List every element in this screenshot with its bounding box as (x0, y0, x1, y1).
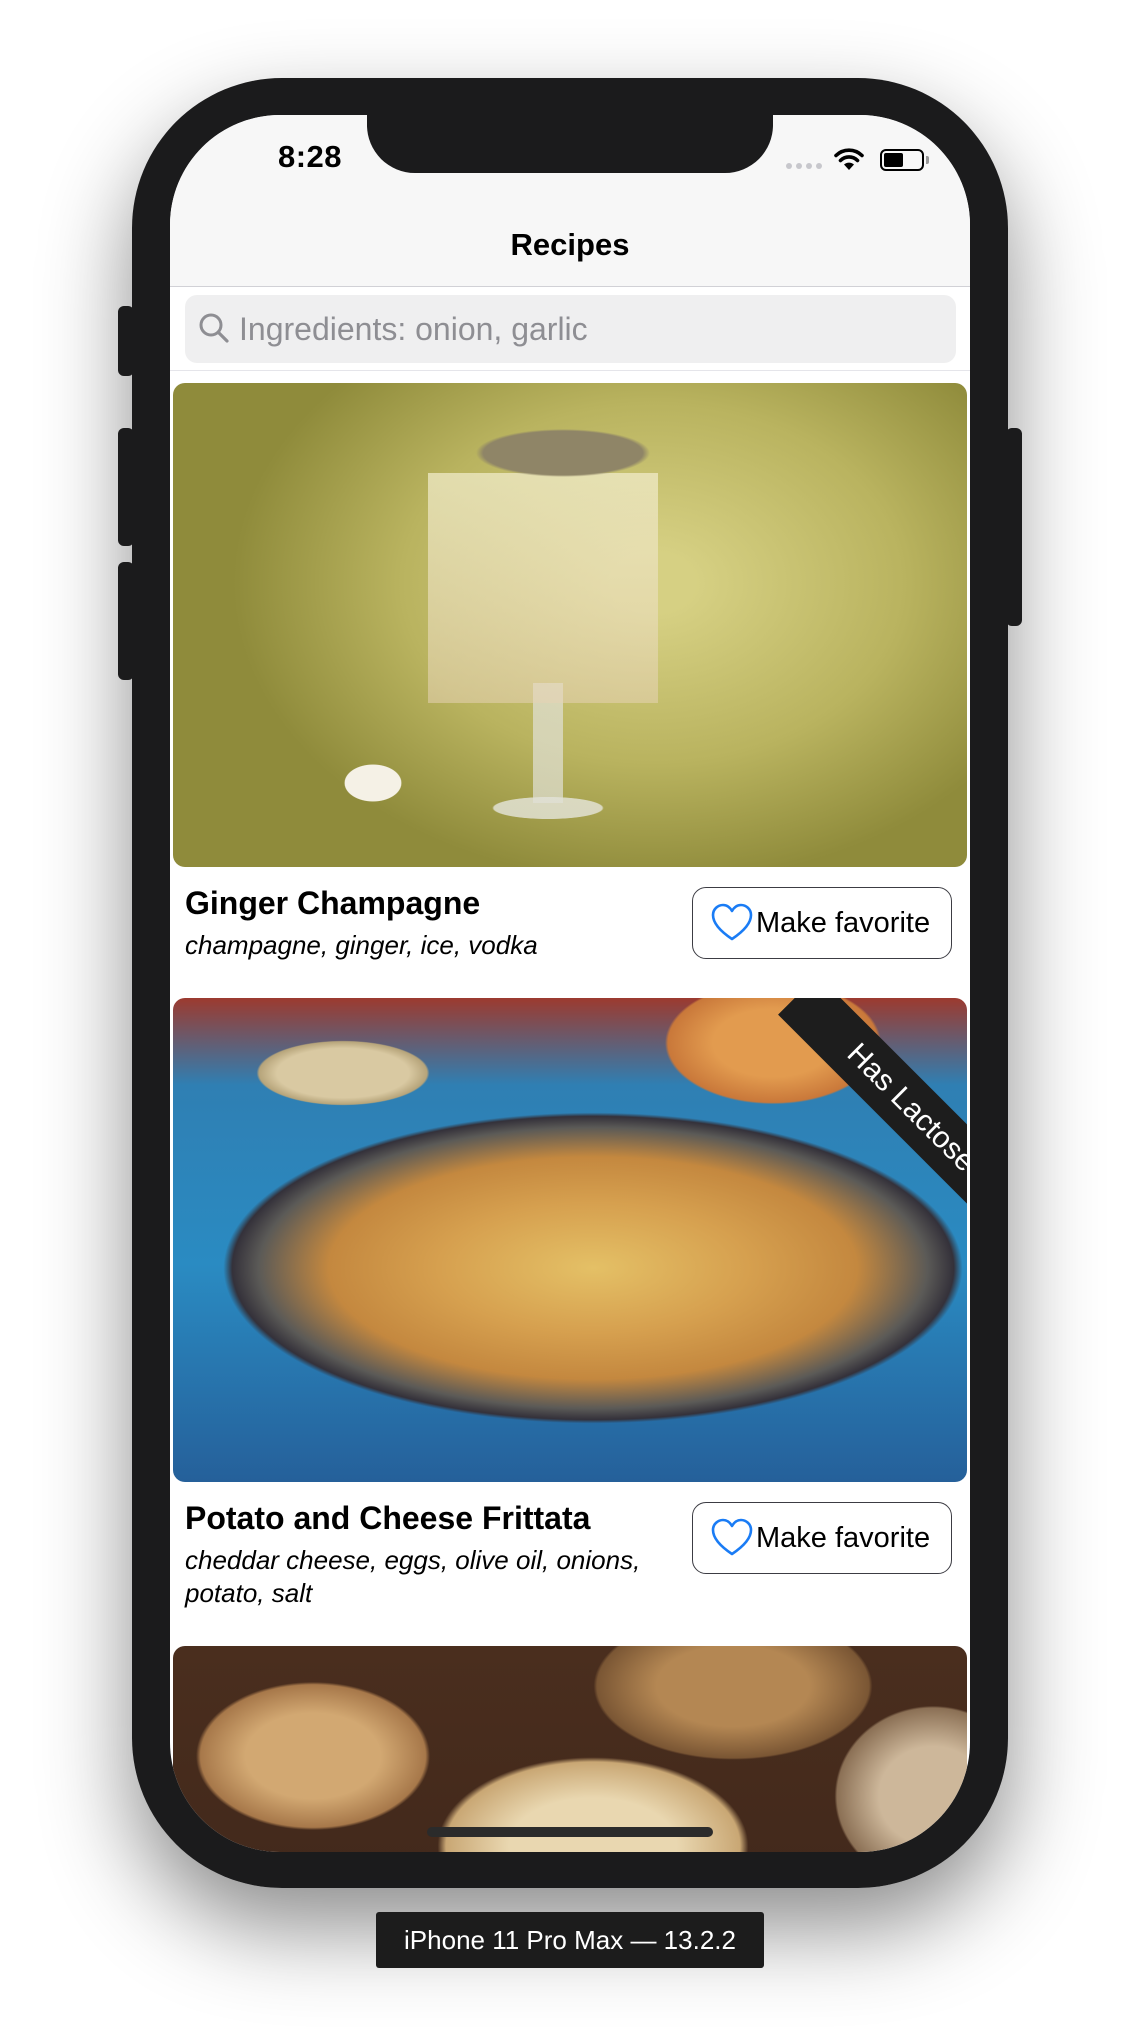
search-icon (199, 313, 229, 343)
lactose-badge: Has Lactose (778, 998, 967, 1208)
home-indicator[interactable] (427, 1827, 713, 1837)
recipe-title: Potato and Cheese Frittata (185, 1500, 591, 1536)
power-button (1006, 428, 1022, 626)
make-favorite-button[interactable]: Make favorite (692, 1502, 952, 1574)
wifi-icon (834, 148, 864, 170)
search-field[interactable] (185, 295, 956, 363)
heart-icon (711, 1518, 753, 1556)
recipe-image[interactable] (173, 383, 967, 867)
recipe-list[interactable]: Ginger Champagne champagne, ginger, ice,… (170, 371, 970, 1852)
heart-icon (711, 903, 753, 941)
recipe-image[interactable] (173, 1646, 967, 1852)
make-favorite-label: Make favorite (756, 1522, 931, 1554)
battery-icon (880, 149, 924, 171)
make-favorite-label: Make favorite (756, 907, 931, 939)
navigation-bar: Recipes (170, 205, 970, 287)
cellular-signal-icon (786, 163, 822, 169)
search-input[interactable] (239, 295, 939, 363)
screen: 8:28 Recipes Ingredients: onion, garlic … (170, 115, 970, 1852)
recipe-image[interactable]: Has Lactose (173, 998, 967, 1482)
search-bar (170, 287, 970, 371)
page-title: Recipes (510, 227, 630, 262)
recipe-title: Ginger Champagne (185, 885, 481, 921)
badge-ribbon: Has Lactose (757, 998, 967, 1208)
recipe-ingredients: champagne, ginger, ice, vodka (185, 930, 538, 960)
device-label: iPhone 11 Pro Max — 13.2.2 (376, 1912, 764, 1968)
recipe-ingredients: cheddar cheese, eggs, olive oil, onions,… (185, 1545, 641, 1608)
notch (367, 115, 773, 173)
status-time: 8:28 (277, 139, 343, 174)
make-favorite-button[interactable]: Make favorite (692, 887, 952, 959)
